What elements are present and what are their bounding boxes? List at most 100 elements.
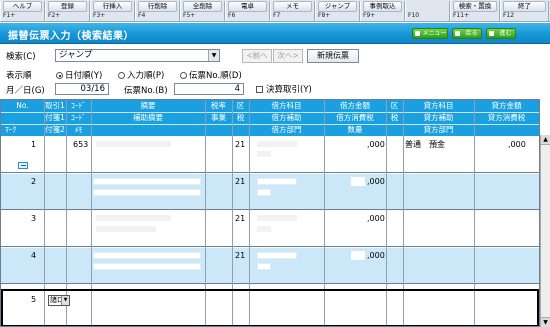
table-row[interactable]: 4 21 ,000 [1, 248, 539, 284]
col-credit-tax: 貸方消費税 [487, 113, 526, 122]
col-tekiyo: 摘要 [140, 101, 156, 110]
fkey-label: ジャンプ [318, 1, 357, 12]
radio-label: 伝票No.順(D) [189, 71, 242, 81]
settlement-label: 決算取引(Y) [266, 85, 312, 95]
fkey-jump[interactable]: ジャンプ F8+ [315, 1, 360, 21]
next-button[interactable]: 次へ> [273, 49, 303, 63]
col-credit-sub: 貸方補助 [423, 113, 454, 122]
date-label: 月／日(G) [6, 86, 45, 96]
search-combo[interactable]: ジャンプ ▼ [55, 49, 220, 62]
row-credit-account: 普通 預金 [405, 140, 445, 149]
redacted-text [257, 178, 297, 185]
order-by-slipno-radio[interactable]: 伝票No.順(D) [180, 69, 242, 81]
row-no: 2 [31, 177, 37, 186]
row-type-select[interactable]: 諸口 ▼ [48, 295, 70, 306]
order-by-input-radio[interactable]: 入力順(P) [118, 69, 164, 81]
fkey-label: 行削除 [138, 1, 177, 12]
row-code: 653 [73, 140, 89, 149]
fkey-label: 登録 [48, 1, 87, 12]
fkey-number: F7 [273, 12, 281, 19]
row-tax-code: 21 [235, 140, 246, 149]
settlement-checkbox[interactable]: 決算取引(Y) [256, 83, 312, 95]
forward-button[interactable]: 進む [486, 28, 516, 39]
row-debit-amount: ,000 [367, 251, 385, 260]
memo-icon[interactable] [18, 162, 28, 169]
scroll-up-icon[interactable]: ▲ [541, 135, 550, 145]
col-fusen1: 付箋1 [45, 113, 65, 122]
radio-icon [118, 72, 125, 79]
fkey-exit[interactable]: 終了 F12 [500, 1, 549, 21]
row-tax-code: 21 [235, 214, 246, 223]
fkey-number: F12 [503, 12, 515, 19]
scroll-down-icon[interactable]: ▼ [541, 317, 550, 327]
col-debit-tax: 借方消費税 [336, 113, 374, 122]
fkey-number: F5+ [183, 12, 196, 19]
fkey-number: F2+ [48, 12, 61, 19]
fkey-register[interactable]: 登録 F2+ [45, 1, 90, 21]
fkey-number: F4 [138, 12, 146, 19]
fkey-label: 終了 [503, 1, 546, 12]
fkey-label: 検索・置換 [453, 1, 497, 12]
redacted-text [257, 263, 271, 270]
menu-button-label: メニュー [422, 30, 447, 37]
fkey-search-replace[interactable]: 検索・置換 F11+ [450, 1, 500, 21]
chevron-down-icon[interactable]: ▼ [61, 296, 69, 305]
fkey-delete-row[interactable]: 行削除 F4 [135, 1, 180, 21]
radio-label: 日付順(Y) [65, 71, 103, 81]
col-ku2: 区 [390, 101, 399, 110]
fkey-number: F11+ [453, 12, 470, 19]
row-tax-code: 21 [235, 251, 246, 260]
fkey-number: F3+ [93, 12, 106, 19]
table-row[interactable]: 3 21 ,000 [1, 211, 539, 247]
fkey-label: 全削除 [183, 1, 222, 12]
chevron-down-icon[interactable]: ▼ [208, 50, 219, 61]
radio-checked-icon [56, 72, 63, 79]
grid-scrollbar[interactable]: ▲ ▼ [540, 135, 550, 327]
order-by-date-radio[interactable]: 日付順(Y) [56, 69, 102, 81]
redacted-text [96, 215, 171, 221]
radio-icon [180, 72, 187, 79]
prev-button[interactable]: <前へ [242, 49, 272, 63]
col-tax2: 税 [390, 113, 399, 122]
date-field[interactable]: 03/16 [55, 83, 109, 95]
checkbox-icon [256, 86, 263, 93]
redacted-text [351, 177, 365, 186]
radio-label: 入力順(P) [127, 71, 165, 81]
fkey-f10[interactable]: F10 [405, 1, 450, 21]
col-ku1: 区 [236, 101, 245, 110]
fkey-label: メモ [273, 1, 312, 12]
col-code2: ｺｰﾄﾞ [71, 113, 86, 122]
col-memo: ﾒﾓ [74, 125, 83, 134]
fkey-help[interactable]: ヘルプ F1+ [0, 1, 45, 21]
back-button[interactable]: 戻る [452, 28, 482, 39]
fkey-number: F10 [408, 12, 420, 19]
journal-grid: No. 取引1 ｺｰﾄﾞ 摘要 税率 区 借方科目 借方金額 区 貸方科目 貸方… [0, 99, 540, 327]
title-bar: 振替伝票入力（検索結果） メニュー 戻る 進む [0, 23, 550, 44]
fkey-label [408, 1, 447, 12]
new-slip-button[interactable]: 新規伝票 [307, 49, 359, 63]
table-row[interactable]: 1 653 21 ,000 普通 預金 ,000 [1, 137, 539, 173]
col-mark: ﾏｰｸ [5, 125, 17, 134]
slip-no-field[interactable]: 4 [174, 83, 244, 95]
col-code: ｺｰﾄﾞ [71, 101, 86, 110]
search-form: 検索(C) ジャンプ ▼ <前へ 次へ> 新規伝票 表示順 日付順(Y) 入力順… [0, 45, 550, 97]
fkey-delete-all[interactable]: 全削除 F5+ [180, 1, 225, 21]
fkey-label: 行挿入 [93, 1, 132, 12]
table-row[interactable]: 2 21 ,000 [1, 174, 539, 210]
col-credit-dept: 貸方部門 [423, 125, 454, 134]
new-entry-row[interactable]: 5 諸口 ▼ [1, 289, 539, 326]
fkey-insert-row[interactable]: 行挿入 F3+ [90, 1, 135, 21]
col-sub-tekiyo: 補助摘要 [133, 113, 163, 122]
menu-button[interactable]: メニュー [412, 28, 448, 39]
row-debit-amount: ,000 [367, 177, 385, 186]
redacted-text [93, 189, 201, 196]
redacted-text [93, 252, 201, 259]
redacted-text [257, 215, 297, 221]
back-button-label: 戻る [465, 30, 478, 37]
search-label: 検索(C) [6, 52, 36, 62]
row-no: 4 [31, 251, 37, 260]
fkey-calculator[interactable]: 電卓 F6 [225, 1, 270, 21]
fkey-memo[interactable]: メモ F7 [270, 1, 315, 21]
fkey-import-case[interactable]: 事例取込 F9+ [360, 1, 405, 21]
search-combo-value: ジャンプ [59, 50, 93, 60]
